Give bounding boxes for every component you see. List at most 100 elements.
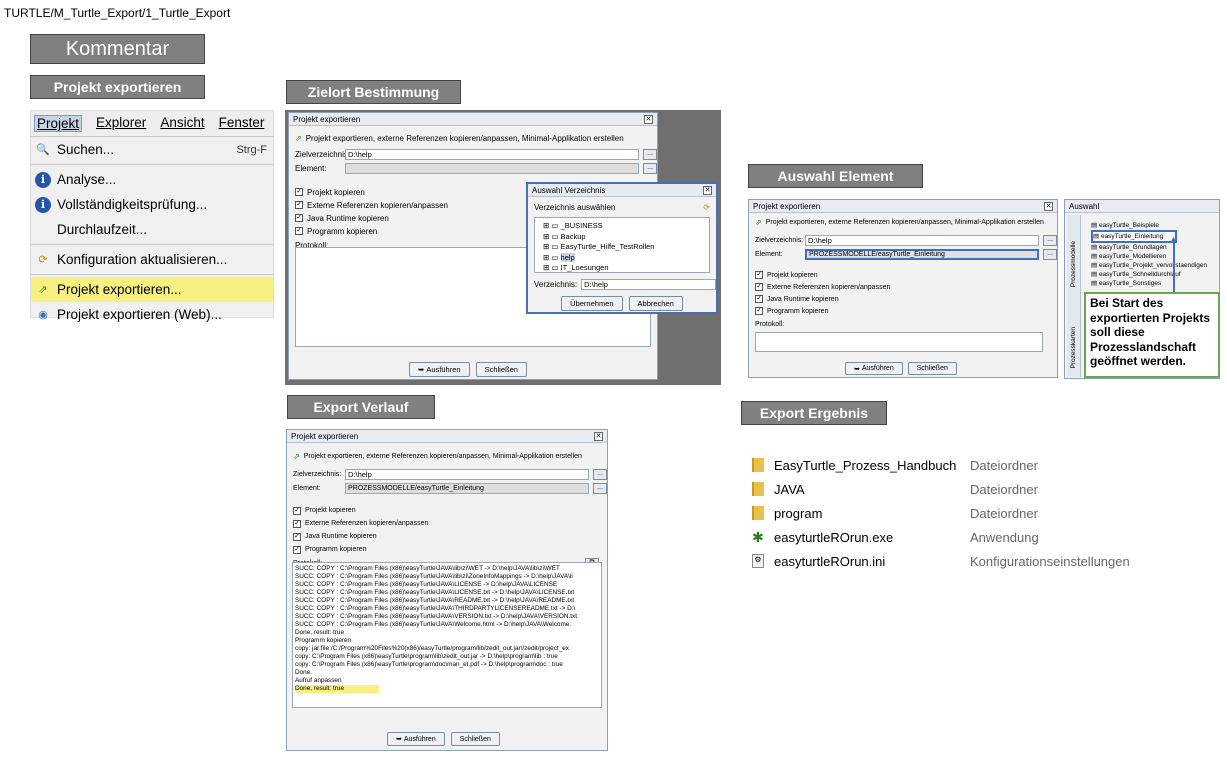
checkbox[interactable]: ✓: [755, 295, 763, 303]
checkbox[interactable]: ✓: [293, 519, 301, 528]
directory-tree[interactable]: ⊞ ▭ _BUSINESS ⊞ ▭ Backup ⊞ ▭ EasyTurtle_…: [534, 217, 710, 273]
protokoll-log[interactable]: SUCC: COPY : C:\Program Files (x86)\easy…: [292, 562, 602, 708]
menu-explorer[interactable]: Explorer: [96, 115, 146, 132]
checkbox-label: Programm kopieren: [307, 226, 378, 236]
checkbox[interactable]: ✓: [295, 201, 303, 209]
tree-item[interactable]: ⊞ ▭ EasyTurtle_Hilfe_TestRollen: [543, 242, 709, 253]
info-icon: i: [35, 171, 51, 188]
browse-button[interactable]: ...: [1043, 234, 1057, 246]
tree-item[interactable]: ⊞ ▭ _BUSINESS: [543, 221, 709, 232]
browse-button[interactable]: ...: [593, 468, 607, 480]
list-item-label: easyTurtle_Grundlagen: [1098, 244, 1167, 251]
dialog-title: Projekt exportieren: [753, 201, 821, 211]
list-item[interactable]: ▤ easyTurtle_Projekt_vervollstaendigen: [1091, 261, 1219, 270]
tab-prozessmodelle[interactable]: Prozessmodelle: [1070, 241, 1077, 287]
checkbox-label: Java Runtime kopieren: [305, 533, 377, 540]
export-ergebnis-header: Export Ergebnis: [741, 401, 887, 425]
checkbox[interactable]: ✓: [293, 532, 301, 541]
run-icon: ➥: [418, 365, 427, 374]
export-icon: ⇗: [38, 284, 48, 296]
ausfuehren-button[interactable]: ➥ Ausführen: [845, 362, 903, 375]
list-item[interactable]: program Dateiordner: [752, 501, 1192, 525]
ausfuehren-button[interactable]: ➥ Ausführen: [387, 732, 445, 746]
projekt-menu: Projekt Explorer Ansicht Fenster 🔍 Suchen…: [30, 110, 274, 322]
close-icon[interactable]: ✕: [644, 114, 653, 124]
browse-button[interactable]: ...: [1043, 248, 1057, 260]
list-item-selected[interactable]: ▤ easyTurtle_Einleitung: [1091, 230, 1177, 243]
list-item[interactable]: ▤ easyTurtle_Modellieren: [1091, 252, 1219, 261]
abbrechen-button[interactable]: Abbrechen: [628, 296, 683, 311]
zielort-header: Zielort Bestimmung: [286, 80, 461, 104]
info-icon: i: [35, 196, 51, 213]
list-item[interactable]: ▤ easyTurtle_Sonstiges: [1091, 279, 1219, 288]
checkbox-label: Projekt kopieren: [767, 271, 818, 279]
element-input[interactable]: [344, 162, 640, 174]
checkbox[interactable]: ✓: [293, 545, 301, 554]
element-input[interactable]: PROZESSMODELLE/easyTurtle_Einleitung: [345, 482, 589, 494]
turtle-exe-icon: ✱: [752, 529, 764, 545]
tab-prozesskarten[interactable]: Prozesskarten: [1070, 327, 1077, 369]
element-label: Element:: [293, 484, 321, 492]
checkbox[interactable]: ✓: [755, 283, 763, 291]
file-name: JAVA: [774, 481, 805, 497]
checkbox[interactable]: ✓: [295, 227, 303, 235]
list-item[interactable]: JAVA Dateiordner: [752, 477, 1192, 501]
log-line: Done.: [295, 669, 313, 676]
file-type: Dateiordner: [970, 457, 1038, 473]
shortcut-label: Strg-F: [236, 143, 267, 156]
ziel-label: Zielverzeichnis:: [293, 470, 342, 478]
element-input[interactable]: PROZESSMODELLE/easyTurtle_Einleitung: [805, 248, 1039, 260]
protokoll-area[interactable]: [755, 332, 1043, 352]
web-export-icon: ◉: [38, 309, 48, 321]
menu-item-projekt-exportieren[interactable]: ⇗ Projekt exportieren...: [31, 277, 273, 302]
list-item[interactable]: ⚙ easyturtleROrun.ini Konfigurationseinste…: [752, 549, 1192, 573]
menu-item-projekt-exportieren-web[interactable]: ◉ Projekt exportieren (Web)...: [31, 302, 273, 327]
menu-item-vollstaendigkeit[interactable]: i Vollständigkeitsprüfung...: [31, 192, 273, 217]
checkbox[interactable]: ✓: [295, 214, 303, 222]
browse-button[interactable]: ...: [593, 482, 607, 494]
folder-icon: [752, 506, 764, 520]
verz-input[interactable]: D:\help: [581, 278, 716, 290]
close-icon[interactable]: ✕: [594, 431, 603, 441]
log-line: SUCC: COPY : C:\Program Files (x86)\easy…: [295, 581, 558, 588]
schliessen-button[interactable]: Schließen: [475, 362, 527, 377]
tree-item[interactable]: ⊞ ▭ IT_Loesungen: [543, 263, 709, 274]
browse-button[interactable]: ...: [643, 148, 657, 160]
schliessen-button[interactable]: Schließen: [450, 732, 500, 746]
close-icon[interactable]: ✕: [1044, 201, 1053, 211]
checkbox-label: Programm kopieren: [767, 307, 829, 315]
ausfuehren-button[interactable]: ➥ Ausführen: [409, 362, 470, 377]
tree-item-selected[interactable]: ⊞ ▭ help: [543, 252, 709, 264]
checkbox[interactable]: ✓: [755, 271, 763, 279]
checkbox[interactable]: ✓: [755, 307, 763, 315]
browse-button[interactable]: ...: [643, 162, 657, 174]
ziel-input[interactable]: D:\help: [345, 148, 640, 160]
log-line: SUCC: COPY : C:\Program Files (x86)\easy…: [295, 565, 560, 572]
ziel-input[interactable]: D:\help: [805, 234, 1039, 246]
tree-item[interactable]: ⊞ ▭ Backup: [543, 232, 709, 243]
list-item[interactable]: ✱ easyturtleROrun.exe Anwendung: [752, 525, 1192, 549]
list-item[interactable]: ▤ easyTurtle_Grundlagen: [1091, 243, 1219, 252]
checkbox-label: Projekt kopieren: [307, 187, 365, 197]
refresh-icon[interactable]: ⟳: [703, 203, 710, 212]
menu-fenster[interactable]: Fenster: [219, 115, 265, 132]
menu-item-durchlaufzeit[interactable]: Durchlaufzeit...: [31, 217, 273, 242]
menu-item-analyse[interactable]: i Analyse...: [31, 167, 273, 192]
menu-item-suchen[interactable]: 🔍 Suchen... Strg-F: [31, 137, 273, 162]
file-name: easyturtleROrun.ini: [774, 553, 886, 569]
menu-item-konfiguration[interactable]: ⟳ Konfiguration aktualisieren...: [31, 247, 273, 272]
close-icon[interactable]: ✕: [703, 185, 712, 195]
list-item[interactable]: ▤ easyTurtle_Beispiele: [1091, 221, 1219, 230]
checkbox[interactable]: ✓: [295, 188, 303, 196]
button-label: Ausführen: [403, 735, 436, 743]
list-item[interactable]: ▤ easyTurtle_Schnelldurchlauf: [1091, 270, 1219, 279]
tree-item-label: help: [560, 252, 575, 262]
list-item[interactable]: EasyTurtle_Prozess_Handbuch Dateiordner: [752, 453, 1192, 477]
schliessen-button[interactable]: Schließen: [907, 362, 957, 375]
menu-ansicht[interactable]: Ansicht: [160, 115, 204, 132]
ziel-input[interactable]: D:\help: [345, 468, 589, 480]
checkbox[interactable]: ✓: [293, 506, 301, 515]
export-dialog-element: Projekt exportieren ✕ ⇗ Projekt exportiere…: [748, 199, 1058, 378]
menu-projekt[interactable]: Projekt: [34, 115, 83, 132]
uebernehmen-button[interactable]: Übernehmen: [561, 296, 623, 311]
